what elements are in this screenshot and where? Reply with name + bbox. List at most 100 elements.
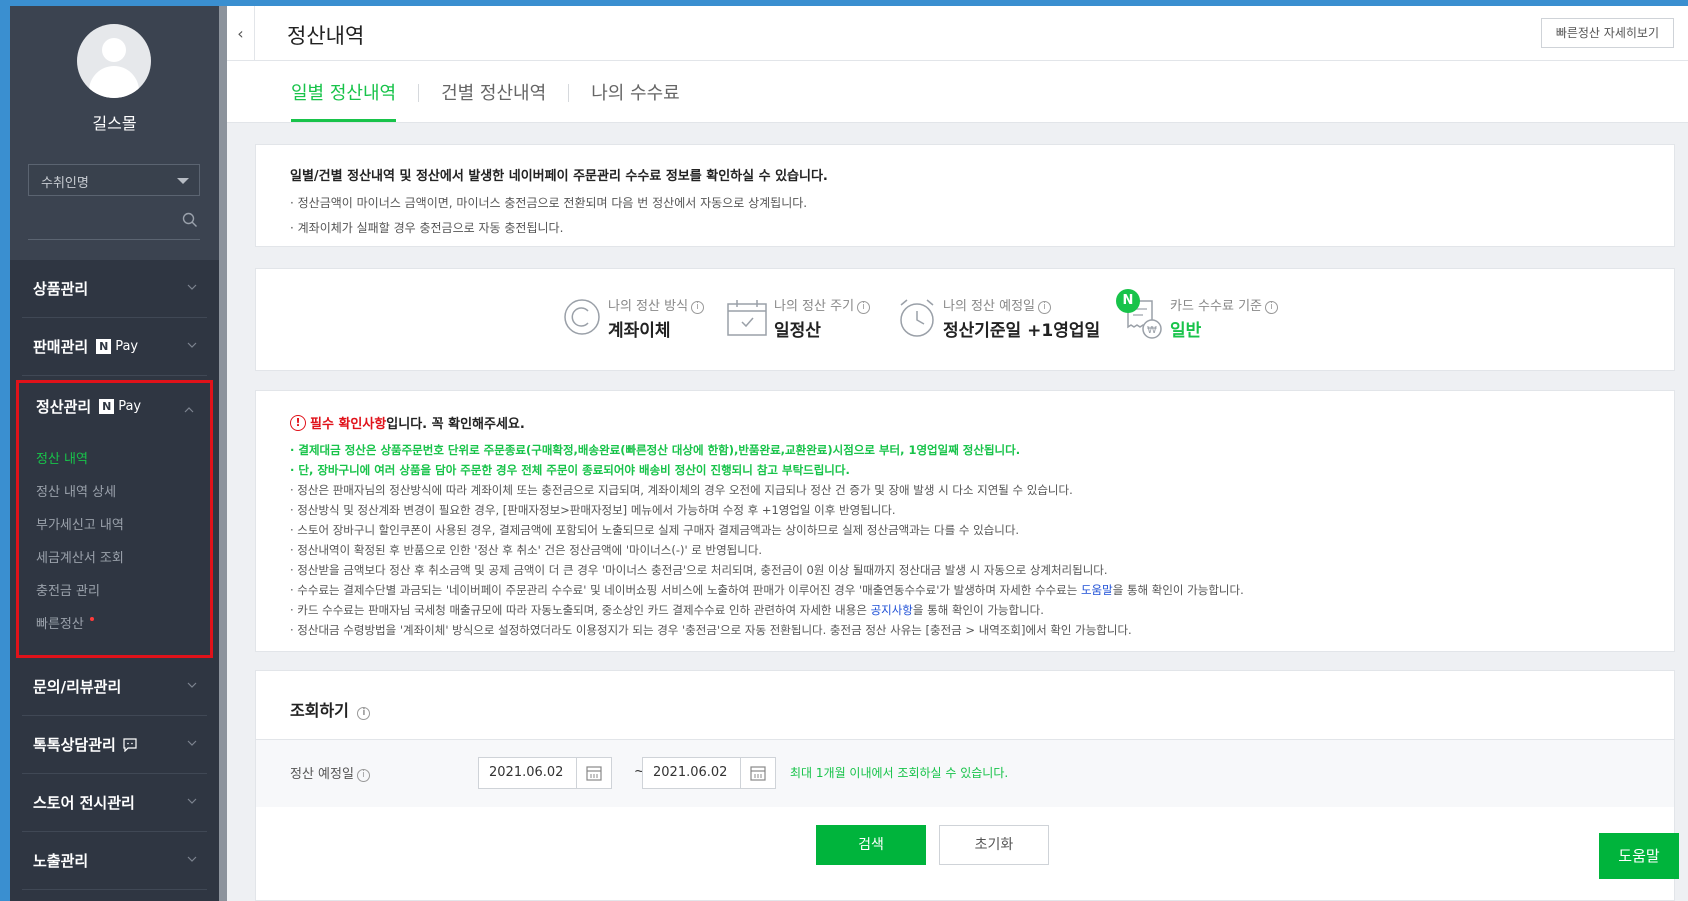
stat-value: 계좌이체 [608,321,671,341]
sidebar-item-label: 정산관리 [36,397,92,416]
tab-my-fees[interactable]: 나의 수수료 [591,61,680,122]
question-icon[interactable]: i [357,707,371,720]
info-title: 일별/건별 정산내역 및 정산에서 발생한 네이버페이 주문관리 수수료 정보를… [290,169,828,184]
sidebar-item-label: 판매관리 [33,338,89,356]
query-hint: 최대 1개월 이내에서 조회하실 수 있습니다. [790,766,1009,780]
alert-icon: ! [290,414,306,431]
notice-link[interactable]: 공지사항 [871,603,913,617]
stat-settlement-method: 나의 정산 방식 i 계좌이체 [562,295,705,341]
notice-line: · 정산방식 및 정산계좌 변경이 필요한 경우, [판매자정보>판매자정보] … [290,503,896,517]
settlement-submenu: 정산 내역 정산 내역 상세 부가세신고 내역 세금계산서 조회 충전금 관리 … [19,429,210,639]
settlement-summary: 나의 정산 방식 i 계좌이체 나의 정산 주기 i 일정산 나의 정산 예정일 i … [255,268,1675,371]
notice-title: ! 필수 확인사항 입니다. 꼭 확인해주세요. [290,413,1640,432]
help-button[interactable]: 도움말 [1599,833,1679,879]
recipient-select[interactable]: 수취인명 [28,164,200,196]
npay-logo: N Pay [96,339,138,354]
sidebar-item-label: 문의/리뷰관리 [33,678,122,696]
sidebar-item-talktalk[interactable]: 톡톡상담관리 [22,716,207,774]
question-icon[interactable]: i [1265,301,1278,314]
chevron-down-icon [187,682,197,688]
quick-settlement-detail-button[interactable]: 빠른정산 자세히보기 [1540,18,1674,48]
chevron-down-icon [187,856,197,862]
calendar-icon[interactable] [741,758,775,788]
page-title: 정산내역 [287,24,365,48]
notice-line: · 결제대금 정산은 상품주문번호 단위로 주문종료(구매확정,배송완료(빠른정… [290,443,1021,457]
sidebar-item-exposure[interactable]: 노출관리 [22,832,207,890]
sidebar-settlement-group: 정산관리 N Pay 정산 내역 정산 내역 상세 부가세신고 내역 세금계산서 … [16,380,213,658]
sidebar-item-inquiry-review[interactable]: 문의/리뷰관리 [22,658,207,716]
sidebar-item-label: 스토어 전시관리 [33,794,135,812]
date-to-value[interactable]: 2021.06.02 [643,758,741,788]
question-icon[interactable]: i [691,301,705,314]
submenu-settlement-history[interactable]: 정산 내역 [36,441,210,474]
sidebar-menu: 상품관리 판매관리 N Pay 정산관리 N Pay 정산 내역 정산 내역 상세 … [10,260,219,901]
reset-button[interactable]: 초기화 [939,825,1049,865]
calendar-icon[interactable] [577,758,611,788]
calendar-check-icon [727,300,767,336]
npay-logo: N Pay [99,398,141,414]
stat-label: 나의 정산 방식 [608,299,689,314]
profile-section: 길스몰 수취인명 [10,6,219,260]
date-from-value[interactable]: 2021.06.02 [479,758,577,788]
sidebar-item-label: 톡톡상담관리 [33,736,116,754]
new-dot-icon [89,616,94,621]
submenu-settlement-detail[interactable]: 정산 내역 상세 [36,474,210,507]
notice-line: · 정산받을 금액보다 정산 후 취소금액 및 공제 금액이 더 큰 경우 '마… [290,563,1108,577]
notice-line: · 정산은 판매자님의 정산방식에 따라 계좌이체 또는 충전금으로 지급되며,… [290,483,1073,497]
submenu-label: 빠른정산 [36,617,84,632]
notice-line: · 스토어 장바구니 할인쿠폰이 사용된 경우, 결제금액에 포함되어 노출되므… [290,523,1020,537]
question-icon[interactable]: i [857,301,871,314]
chevron-down-icon [187,284,197,290]
chevron-down-icon [187,798,197,804]
tab-per-item-settlement[interactable]: 건별 정산내역 [441,61,546,122]
info-panel: 일별/건별 정산내역 및 정산에서 발생한 네이버페이 주문관리 수수료 정보를… [255,144,1675,247]
stat-settlement-date: 나의 정산 예정일 i 정산기준일 +1영업일 [897,295,1100,341]
query-label: 정산 예정일 i [290,763,370,782]
collapse-sidebar-button[interactable]: ‹ [227,6,255,61]
query-title: 조회하기 i [290,697,371,721]
date-from-field[interactable]: 2021.06.02 [478,757,612,789]
notice-line: · 정산내역이 확정된 후 반품으로 인한 '정산 후 취소' 건은 정산금액에… [290,543,763,557]
avatar[interactable] [77,24,151,98]
sidebar-search-input[interactable] [28,204,200,240]
chevron-down-icon [187,342,197,348]
recipient-select-value: 수취인명 [41,176,89,191]
tab-divider [418,84,420,102]
query-date-row: 정산 예정일 i 2021.06.02 ~ 2021.06.02 최대 1개월 이… [256,739,1674,807]
sidebar-item-store-display[interactable]: 스토어 전시관리 [22,774,207,832]
notice-title-highlight: 필수 확인사항 [310,417,387,432]
search-button[interactable]: 검색 [816,825,926,865]
sidebar-divider[interactable] [219,6,227,901]
notice-panel: ! 필수 확인사항 입니다. 꼭 확인해주세요. · 결제대금 정산은 상품주문번… [255,390,1675,652]
question-icon[interactable]: i [356,769,370,782]
chevron-down-icon [187,740,197,746]
notice-title-text: 입니다. 꼭 확인해주세요. [386,417,525,432]
submenu-charge-management[interactable]: 충전금 관리 [36,573,210,606]
naver-badge-icon: N [1116,289,1140,313]
search-icon[interactable] [182,212,198,228]
sidebar-item-settlement[interactable]: 정산관리 N Pay [25,383,204,429]
notice-line: · 단, 장바구니에 여러 상품을 담아 주문한 경우 전체 주문이 종료되어야… [290,463,850,477]
main-content: ‹ 정산내역 빠른정산 자세히보기 일별 정산내역 건별 정산내역 나의 수수료… [227,6,1688,901]
submenu-vat-report[interactable]: 부가세신고 내역 [36,507,210,540]
help-link[interactable]: 도움말 [1081,583,1113,597]
sidebar-item-label: 노출관리 [33,852,89,870]
stat-settlement-cycle: 나의 정산 주기 i 일정산 [726,295,871,341]
chat-bubble-icon [123,737,137,752]
clock-icon [900,299,934,337]
notice-line: · 카드 수수료는 판매자님 국세청 매출규모에 따라 자동노출되며, 중소상인… [290,603,1044,617]
tab-daily-settlement[interactable]: 일별 정산내역 [291,61,397,122]
sidebar-item-products[interactable]: 상품관리 [22,260,207,318]
notice-line: · 정산대금 수령방법을 '계좌이체' 방식으로 설정하였더라도 이용정지가 되… [290,623,1132,637]
sidebar-item-sales[interactable]: 판매관리 N Pay [22,318,207,376]
query-panel: 조회하기 i 정산 예정일 i 2021.06.02 ~ 2021.06.02 최… [255,670,1675,901]
sidebar: 길스몰 수취인명 상품관리 판매관리 N Pay 정산관리 N Pay 정산 내역 [10,6,219,901]
top-bar: ‹ 정산내역 빠른정산 자세히보기 [227,6,1688,61]
submenu-tax-invoice[interactable]: 세금계산서 조회 [36,540,210,573]
store-name: 길스몰 [92,114,137,133]
svg-text:₩: ₩ [1147,325,1157,336]
question-icon[interactable]: i [1038,301,1051,314]
stat-value: 일반 [1170,321,1202,341]
date-to-field[interactable]: 2021.06.02 [642,757,776,789]
submenu-quick-settlement[interactable]: 빠른정산 [36,606,210,639]
